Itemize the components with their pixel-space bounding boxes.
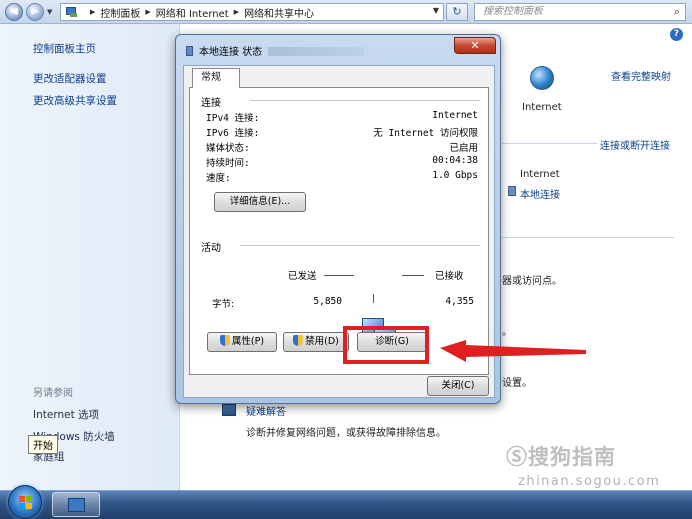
uac-shield-icon <box>219 335 230 346</box>
breadcrumb-network-internet[interactable]: 网络和 Internet <box>156 5 229 20</box>
uac-shield-icon <box>293 335 304 346</box>
general-tab-panel: 连接 IPv4 连接: Internet IPv6 连接: 无 Internet… <box>189 87 489 375</box>
ipv6-value: 无 Internet 访问权限 <box>373 128 478 139</box>
ipv6-label: IPv6 连接: <box>206 128 260 139</box>
media-state-value: 已启用 <box>449 143 478 154</box>
duration-label: 持续时间: <box>206 158 250 169</box>
start-tooltip: 开始 <box>28 435 58 454</box>
bytes-received-value: 4,355 <box>445 296 474 307</box>
breadcrumb-control-panel[interactable]: 控制面板 <box>100 5 140 20</box>
properties-button[interactable]: 属性(P) <box>207 332 277 352</box>
properties-button-label: 属性(P) <box>231 336 265 347</box>
chevron-right-icon[interactable]: ▶ <box>145 8 150 16</box>
tab-general[interactable]: 常规 <box>192 68 240 88</box>
connection-icon <box>508 186 516 196</box>
help-icon[interactable]: ? <box>670 28 683 41</box>
media-state-label: 媒体状态: <box>206 143 250 154</box>
troubleshoot-link[interactable]: 疑难解答 <box>246 403 286 418</box>
internet-options-link[interactable]: Internet 选项 <box>33 407 99 422</box>
taskbar <box>0 490 692 519</box>
connection-group-title: 连接 <box>201 94 221 109</box>
speed-value: 1.0 Gbps <box>432 170 478 181</box>
close-button[interactable]: 关闭(C) <box>427 376 489 396</box>
sogou-logo-icon: Ⓢ <box>506 445 528 469</box>
divider <box>502 237 674 238</box>
details-button[interactable]: 详细信息(E)... <box>214 192 306 212</box>
close-icon[interactable]: ✕ <box>454 37 496 54</box>
address-bar: ◀ ▶ ▼ ▶ 控制面板 ▶ 网络和 Internet ▶ 网络和共享中心 ▼ … <box>0 0 692 24</box>
bytes-label: 字节: <box>212 299 235 310</box>
view-full-map-link[interactable]: 查看完整映射 <box>611 68 671 83</box>
see-also-heading: 另请参阅 <box>33 388 73 399</box>
watermark-url: zhinan.sogou.com <box>518 474 661 489</box>
troubleshoot-icon <box>222 404 236 416</box>
highlight-box <box>343 326 429 364</box>
received-label: 已接收 <box>435 271 464 282</box>
dialog-title-text: 本地连接 状态 <box>199 47 263 58</box>
bytes-sent-value: 5,850 <box>313 296 342 307</box>
troubleshoot-description: 诊断并修复网络问题，或获得故障排除信息。 <box>246 428 446 439</box>
duration-value: 00:04:38 <box>432 155 478 166</box>
sogou-watermark: Ⓢ搜狗指南 <box>506 441 616 471</box>
change-advanced-sharing-link[interactable]: 更改高级共享设置 <box>33 93 117 108</box>
left-navigation-pane: 控制面板主页 更改适配器设置 更改高级共享设置 另请参阅 Internet 选项… <box>0 24 180 490</box>
internet-node-label: Internet <box>522 102 562 113</box>
recent-pages-dropdown-icon[interactable]: ▼ <box>47 8 52 16</box>
search-input[interactable]: 搜索控制面板 ⌕ <box>474 3 686 21</box>
taskbar-network-window-button[interactable] <box>52 492 100 517</box>
sent-label: 已发送 <box>288 271 317 282</box>
search-placeholder: 搜索控制面板 <box>483 6 543 17</box>
network-adapter-icon <box>186 46 193 56</box>
control-panel-home-link[interactable]: 控制面板主页 <box>33 41 96 56</box>
forward-icon[interactable]: ▶ <box>26 3 44 21</box>
connect-disconnect-link[interactable]: 连接或断开连接 <box>600 137 670 152</box>
search-icon[interactable]: ⌕ <box>674 4 680 20</box>
breadcrumb[interactable]: ▶ 控制面板 ▶ 网络和 Internet ▶ 网络和共享中心 ▼ <box>60 3 444 21</box>
disable-button-label: 禁用(D) <box>305 336 339 347</box>
chevron-right-icon[interactable]: ▶ <box>234 8 239 16</box>
network-icon <box>65 6 79 18</box>
chevron-right-icon[interactable]: ▶ <box>90 8 95 16</box>
connect-network-text: 。 <box>502 327 512 338</box>
watermark-brand: 搜狗指南 <box>528 445 616 469</box>
activity-group-title: 活动 <box>201 239 221 254</box>
start-button[interactable] <box>8 485 42 519</box>
speed-label: 速度: <box>206 173 231 184</box>
internet-globe-icon <box>530 66 554 90</box>
highlight-arrow-icon <box>440 340 586 362</box>
back-icon[interactable]: ◀ <box>5 3 23 21</box>
change-adapter-settings-link[interactable]: 更改适配器设置 <box>33 71 107 86</box>
group-divider <box>240 245 480 246</box>
windows-logo-icon <box>19 496 33 510</box>
ipv4-value: Internet <box>432 110 478 121</box>
sharing-options-text: 设置。 <box>502 378 532 389</box>
group-divider <box>250 100 480 101</box>
control-panel-icon <box>68 498 85 512</box>
access-type-value: Internet <box>520 169 560 180</box>
sent-line <box>324 275 354 276</box>
blurred-title-region <box>268 47 365 56</box>
activity-divider <box>373 294 374 303</box>
divider <box>502 143 597 144</box>
setup-router-text: 器或访问点。 <box>502 276 562 287</box>
received-line <box>402 275 424 276</box>
dialog-title: 本地连接 状态 <box>186 43 365 58</box>
local-connection-link[interactable]: 本地连接 <box>520 186 560 201</box>
disable-button[interactable]: 禁用(D) <box>283 332 349 352</box>
ipv4-label: IPv4 连接: <box>206 113 260 124</box>
refresh-icon[interactable]: ↻ <box>446 3 468 21</box>
breadcrumb-network-sharing-center[interactable]: 网络和共享中心 <box>244 5 314 20</box>
chevron-down-icon[interactable]: ▼ <box>433 6 439 15</box>
